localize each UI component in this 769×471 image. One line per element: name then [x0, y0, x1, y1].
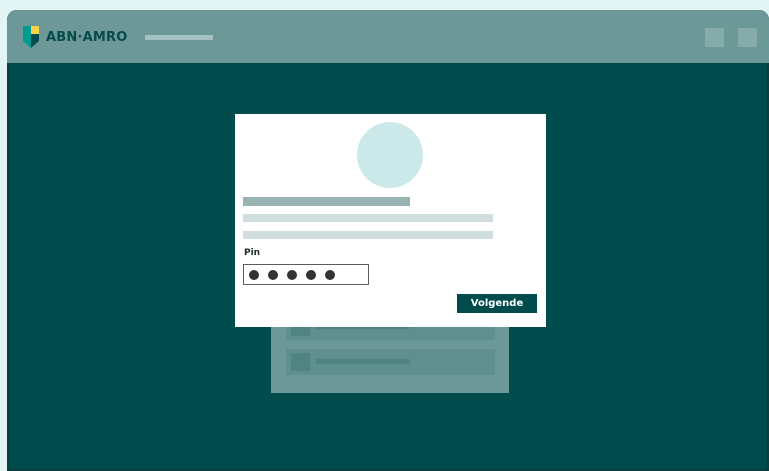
brand-name: ABN·AMRO — [46, 29, 128, 45]
pin-label: Pin — [244, 248, 261, 258]
pin-dot — [249, 269, 259, 280]
dialog-title-placeholder — [243, 197, 410, 206]
list-item-text-placeholder — [316, 359, 410, 364]
list-item — [286, 349, 495, 375]
pin-input[interactable] — [243, 264, 369, 285]
account-icon — [291, 353, 310, 371]
brand-logo: ABN·AMRO — [23, 25, 127, 49]
pin-dot — [287, 269, 297, 280]
pin-dot — [268, 269, 278, 280]
avatar — [357, 122, 423, 188]
top-bar: ABN·AMRO — [7, 10, 769, 63]
pin-dot — [325, 269, 335, 280]
dialog-text-placeholder — [243, 231, 493, 239]
login-dialog: Pin Volgende — [235, 114, 546, 327]
next-button[interactable]: Volgende — [457, 294, 537, 313]
abn-amro-shield-icon — [23, 26, 39, 48]
app-window: ABN·AMRO Pin Volgende — [7, 10, 769, 471]
pin-dot — [306, 269, 316, 280]
nav-link-placeholder[interactable] — [145, 35, 213, 40]
toolbar-button[interactable] — [705, 28, 724, 47]
toolbar-button[interactable] — [738, 28, 757, 47]
dialog-text-placeholder — [243, 214, 493, 222]
